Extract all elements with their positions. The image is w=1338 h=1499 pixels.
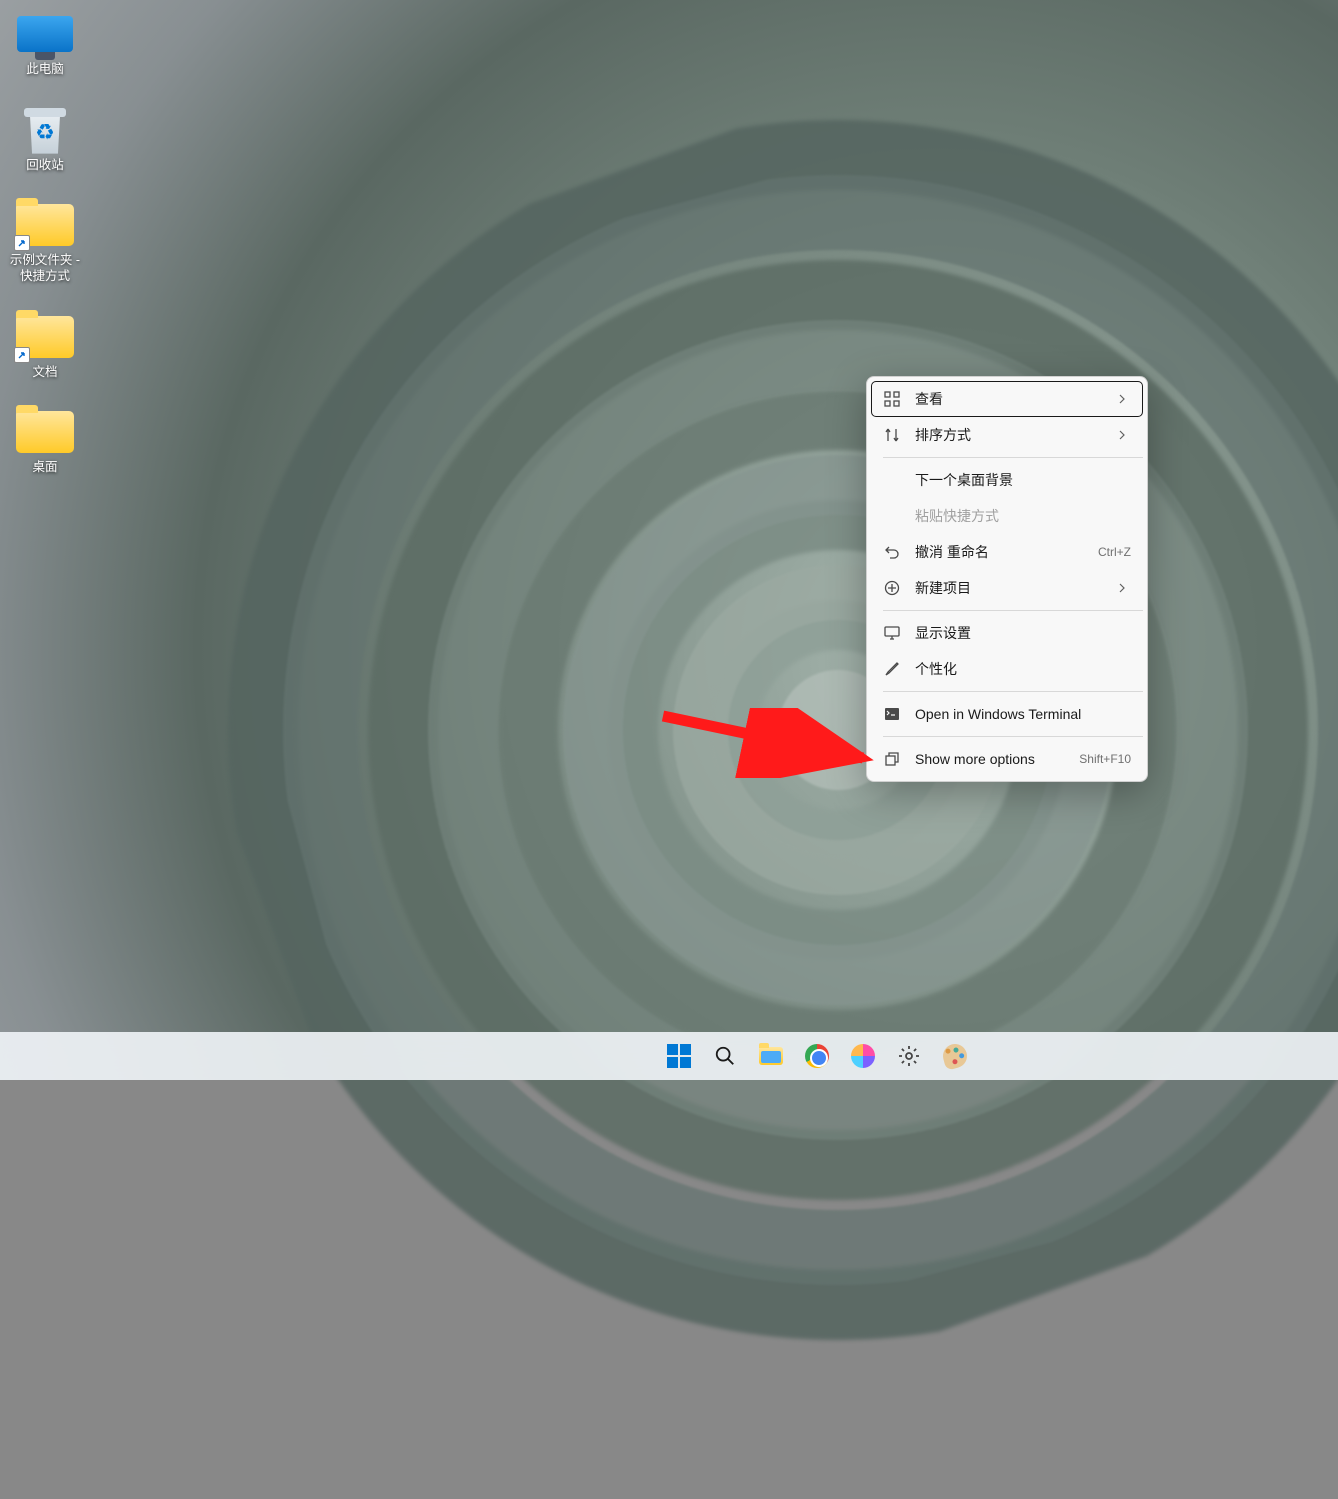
desktop-icon-desktop-folder[interactable]: 桌面 (5, 408, 85, 476)
menu-label: 查看 (915, 389, 1117, 409)
paint-icon (943, 1044, 967, 1068)
taskbar (0, 1032, 1338, 1080)
menu-item-next-bg[interactable]: 下一个桌面背景 (871, 462, 1143, 498)
grid-icon (883, 391, 901, 407)
menu-label: 新建项目 (915, 578, 1117, 598)
chevron-right-icon (1117, 583, 1131, 593)
menu-item-sort[interactable]: 排序方式 (871, 417, 1143, 453)
menu-shortcut: Shift+F10 (1079, 752, 1131, 766)
menu-label: 显示设置 (915, 623, 1131, 643)
brush-icon (883, 661, 901, 677)
recycle-bin-icon: ♻ (24, 106, 66, 154)
menu-separator (883, 736, 1143, 737)
menu-shortcut: Ctrl+Z (1098, 545, 1131, 559)
shortcut-arrow-icon (14, 347, 30, 363)
menu-item-more-options[interactable]: Show more options Shift+F10 (871, 741, 1143, 777)
copilot-button[interactable] (843, 1036, 883, 1076)
desktop-icon-this-pc[interactable]: 此电脑 (5, 10, 85, 78)
menu-item-display-settings[interactable]: 显示设置 (871, 615, 1143, 651)
menu-item-undo[interactable]: 撤消 重命名 Ctrl+Z (871, 534, 1143, 570)
desktop-icons-area: 此电脑 ♻ 回收站 示例文件夹 - 快捷方式 文档 桌面 (5, 10, 85, 504)
menu-label: 粘贴快捷方式 (915, 506, 1131, 526)
chrome-icon (805, 1044, 829, 1068)
windows-logo-icon (667, 1044, 691, 1068)
settings-button[interactable] (889, 1036, 929, 1076)
menu-label: 排序方式 (915, 425, 1117, 445)
sort-icon (883, 427, 901, 443)
menu-label: 撤消 重命名 (915, 542, 1098, 562)
chrome-button[interactable] (797, 1036, 837, 1076)
monitor-icon (17, 16, 73, 52)
start-button[interactable] (659, 1036, 699, 1076)
desktop-icon-recycle-bin[interactable]: ♻ 回收站 (5, 106, 85, 174)
copilot-icon (851, 1044, 875, 1068)
desktop-icon-label: 此电脑 (26, 62, 64, 78)
menu-item-personalize[interactable]: 个性化 (871, 651, 1143, 687)
desktop-context-menu: 查看 排序方式 下一个桌面背景 粘贴快捷方式 撤消 重命名 Ctrl+Z 新建项… (866, 376, 1148, 782)
desktop-icon-documents[interactable]: 文档 (5, 313, 85, 381)
menu-label: Show more options (915, 751, 1079, 767)
menu-label: 个性化 (915, 659, 1131, 679)
desktop-icon-label: 示例文件夹 - 快捷方式 (5, 253, 85, 284)
chevron-right-icon (1117, 394, 1131, 404)
folder-icon (759, 1044, 783, 1068)
folder-icon (16, 411, 74, 453)
search-icon (713, 1044, 737, 1068)
desktop-icon-label: 文档 (32, 365, 57, 381)
more-icon (883, 751, 901, 767)
menu-separator (883, 457, 1143, 458)
desktop-icon-sample-folder[interactable]: 示例文件夹 - 快捷方式 (5, 201, 85, 284)
menu-item-paste-shortcut: 粘贴快捷方式 (871, 498, 1143, 534)
file-explorer-button[interactable] (751, 1036, 791, 1076)
display-icon (883, 625, 901, 641)
new-icon (883, 580, 901, 596)
undo-icon (883, 544, 901, 560)
menu-separator (883, 691, 1143, 692)
menu-item-new[interactable]: 新建项目 (871, 570, 1143, 606)
desktop-icon-label: 桌面 (32, 460, 57, 476)
desktop-icon-label: 回收站 (26, 158, 64, 174)
terminal-icon (883, 706, 901, 722)
menu-item-terminal[interactable]: Open in Windows Terminal (871, 696, 1143, 732)
menu-label: Open in Windows Terminal (915, 706, 1131, 722)
chevron-right-icon (1117, 430, 1131, 440)
menu-separator (883, 610, 1143, 611)
search-button[interactable] (705, 1036, 745, 1076)
menu-item-view[interactable]: 查看 (871, 381, 1143, 417)
paint-button[interactable] (935, 1036, 975, 1076)
gear-icon (897, 1044, 921, 1068)
menu-label: 下一个桌面背景 (915, 470, 1131, 490)
shortcut-arrow-icon (14, 235, 30, 251)
